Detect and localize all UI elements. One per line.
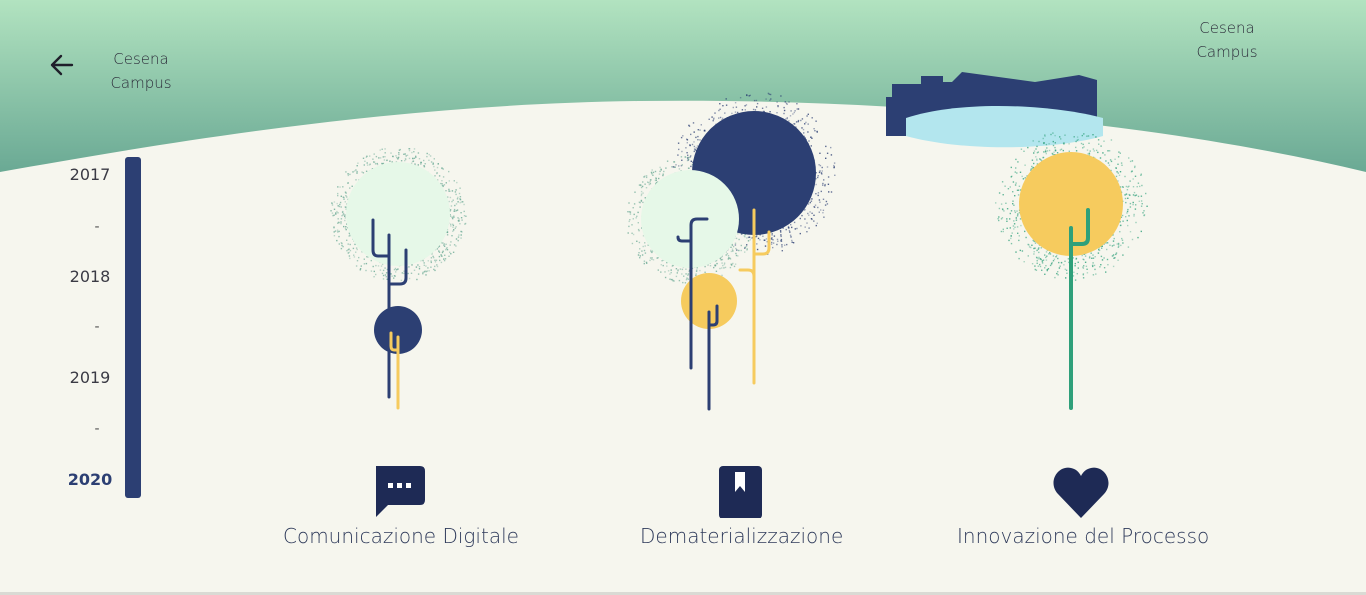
category-label: Comunicazione Digitale — [283, 524, 519, 548]
category-comunicazione-digitale[interactable]: Comunicazione Digitale — [283, 462, 519, 548]
category-label: Innovazione del Processo — [957, 524, 1210, 548]
year-label-2020[interactable]: 2020 — [60, 470, 120, 489]
project-trees-illustration — [330, 92, 1148, 411]
category-dematerializzazione[interactable]: Dematerializzazione — [640, 462, 844, 548]
chat-bubble-icon — [376, 466, 425, 517]
tree-group-dematerializzazione — [627, 92, 836, 411]
category-innovazione-del-processo[interactable]: Innovazione del Processo — [957, 462, 1210, 548]
tree-group-innovazione — [995, 132, 1148, 410]
tree-group-comunicazione — [330, 148, 467, 410]
category-label: Dematerializzazione — [640, 524, 844, 548]
tree-canopy-mint[interactable] — [346, 162, 450, 266]
heart-icon — [1053, 467, 1109, 518]
bookmark-book-icon — [719, 466, 762, 518]
